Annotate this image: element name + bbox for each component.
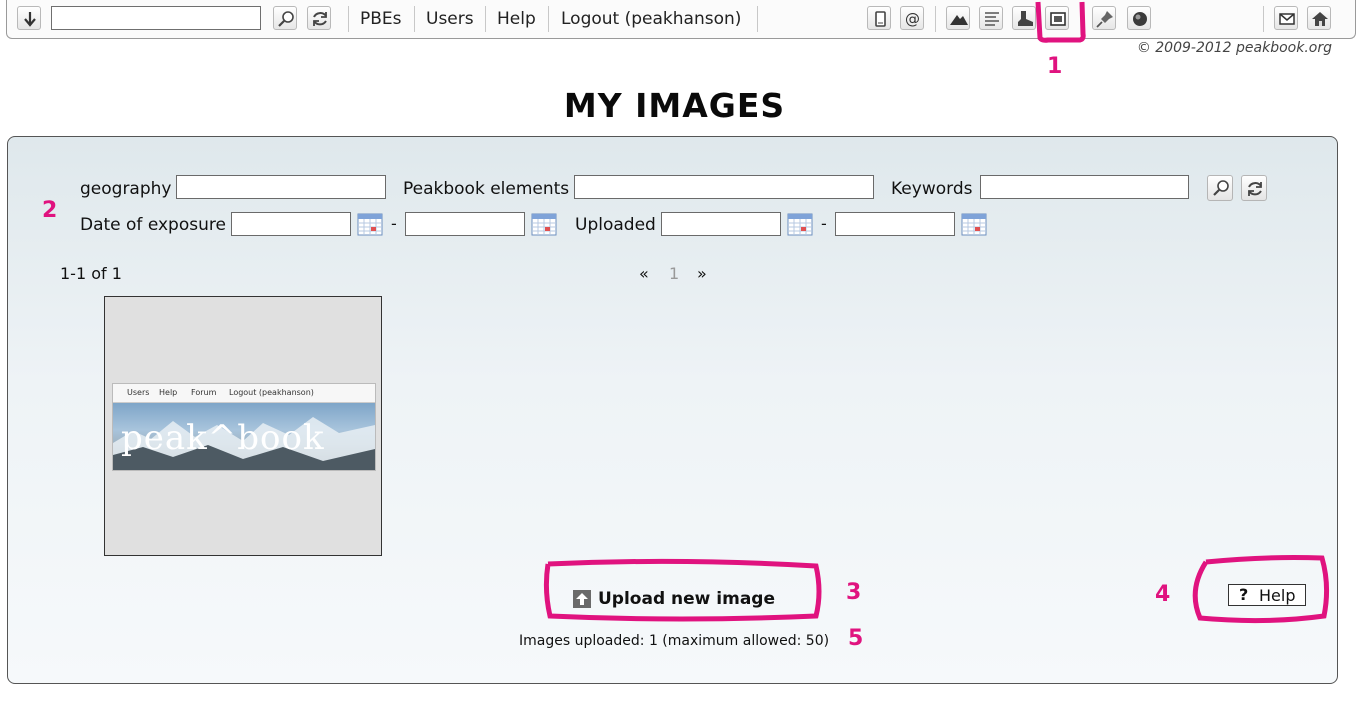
help-button[interactable]: ? Help (1228, 584, 1306, 606)
help-button-label: Help (1259, 586, 1296, 605)
keywords-input[interactable] (980, 175, 1189, 199)
exposure-to-calendar-icon[interactable] (531, 212, 557, 236)
peakbook-elements-label: Peakbook elements (403, 179, 570, 199)
keywords-label: Keywords (891, 179, 973, 199)
image-thumbnail[interactable]: Users Help Forum Logout (peakhanson) pea… (104, 296, 382, 556)
refresh-icon[interactable] (307, 6, 331, 30)
annotation-number-1: 1 (1047, 54, 1063, 79)
pbes-link[interactable]: PBEs (360, 9, 402, 29)
users-link[interactable]: Users (426, 9, 474, 29)
upload-icon (573, 590, 591, 608)
phone-icon[interactable] (867, 6, 891, 30)
logout-link[interactable]: Logout (peakhanson) (561, 9, 741, 29)
thumbnail-nav: Users Help Forum Logout (peakhanson) (113, 384, 375, 403)
thumbnail-image: Users Help Forum Logout (peakhanson) pea… (112, 383, 376, 471)
annotation-number-4: 4 (1155, 582, 1171, 607)
thumbnail-nav-help: Help (159, 388, 178, 397)
thumbnail-nav-forum: Forum (191, 388, 217, 397)
exposure-to-input[interactable] (405, 212, 525, 236)
pager-next[interactable]: » (697, 264, 707, 283)
list-icon[interactable] (979, 6, 1003, 30)
annotation-number-2: 2 (42, 198, 58, 223)
page-title: MY IMAGES (563, 86, 786, 125)
filter-search-icon[interactable] (1207, 175, 1233, 201)
pin-icon[interactable] (1092, 6, 1116, 30)
exposure-from-calendar-icon[interactable] (357, 212, 383, 236)
uploaded-to-calendar-icon[interactable] (961, 212, 987, 236)
annotation-highlight-1 (1035, 1, 1086, 43)
thumbnail-nav-users: Users (127, 388, 150, 397)
annotation-number-5: 5 (848, 626, 864, 651)
geography-label: geography (80, 179, 172, 199)
thumbnail-nav-logout: Logout (peakhanson) (229, 388, 314, 397)
help-link[interactable]: Help (497, 9, 536, 29)
pager-prev[interactable]: « (639, 264, 649, 283)
home-icon[interactable] (1307, 6, 1331, 30)
at-icon[interactable]: @ (900, 6, 924, 30)
top-toolbar: PBEs Users Help Logout (peakhanson) @ (6, 0, 1356, 39)
uploaded-label: Uploaded (575, 215, 656, 235)
uploaded-range-separator: - (821, 214, 827, 233)
geography-input[interactable] (176, 175, 386, 199)
search-input[interactable] (51, 6, 261, 30)
uploaded-from-calendar-icon[interactable] (787, 212, 813, 236)
globe-icon[interactable] (1127, 6, 1151, 30)
download-icon[interactable] (17, 6, 41, 30)
filter-reset-icon[interactable] (1241, 175, 1267, 201)
search-icon[interactable] (273, 6, 297, 30)
images-uploaded-status: Images uploaded: 1 (maximum allowed: 50) (519, 633, 830, 649)
mail-icon[interactable] (1274, 6, 1298, 30)
peakbook-elements-input[interactable] (574, 175, 874, 199)
exposure-from-input[interactable] (231, 212, 351, 236)
date-of-exposure-label: Date of exposure (80, 215, 226, 235)
copyright: © 2009-2012 peakbook.org (1136, 40, 1332, 56)
help-question-icon: ? (1239, 585, 1249, 604)
boot-icon[interactable] (1012, 6, 1036, 30)
annotation-number-3: 3 (846, 580, 862, 605)
upload-button-label: Upload new image (598, 589, 776, 609)
svg-text:@: @ (905, 10, 920, 28)
pager-current-page: 1 (669, 264, 680, 283)
mountain-icon[interactable] (946, 6, 970, 30)
result-count: 1-1 of 1 (60, 264, 122, 283)
thumbnail-logo: peak^book (121, 418, 325, 458)
uploaded-from-input[interactable] (661, 212, 781, 236)
exposure-range-separator: - (391, 214, 397, 233)
uploaded-to-input[interactable] (835, 212, 955, 236)
